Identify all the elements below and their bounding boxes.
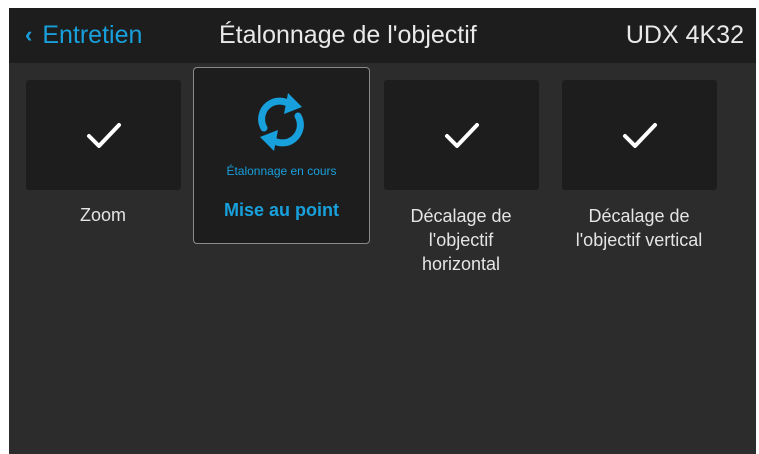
chevron-left-icon: ‹: [25, 22, 33, 47]
label-line: Décalage de: [410, 206, 512, 226]
calibration-screen: ‹ Entretien Étalonnage de l'objectif UDX…: [9, 8, 756, 454]
calibration-status: Étalonnage en cours: [226, 164, 337, 178]
sync-icon: [258, 93, 304, 151]
back-label: Entretien: [42, 20, 143, 49]
label-line: l'objectif vertical: [575, 230, 703, 250]
vertical-shift-label: Décalage de l'objectif vertical: [554, 204, 724, 252]
device-model: UDX 4K32: [625, 20, 744, 49]
focus-tile[interactable]: Étalonnage en cours Mise au point: [193, 67, 370, 244]
label-line: l'objectif: [428, 230, 494, 250]
check-icon: [86, 123, 121, 148]
label-line: horizontal: [421, 254, 501, 274]
page-title: Étalonnage de l'objectif: [219, 20, 477, 49]
focus-label: Mise au point: [223, 200, 339, 220]
check-icon: [444, 123, 479, 148]
zoom-label: Zoom: [79, 205, 126, 225]
zoom-tile[interactable]: [26, 80, 181, 190]
back-button[interactable]: ‹ Entretien: [25, 18, 142, 52]
label-line: Décalage de: [588, 206, 690, 226]
horizontal-shift-label: Décalage de l'objectif horizontal: [376, 204, 546, 276]
vertical-shift-tile[interactable]: [562, 80, 717, 190]
check-icon: [622, 123, 657, 148]
header-bar: ‹ Entretien Étalonnage de l'objectif UDX…: [9, 8, 756, 63]
horizontal-shift-tile[interactable]: [384, 80, 539, 190]
